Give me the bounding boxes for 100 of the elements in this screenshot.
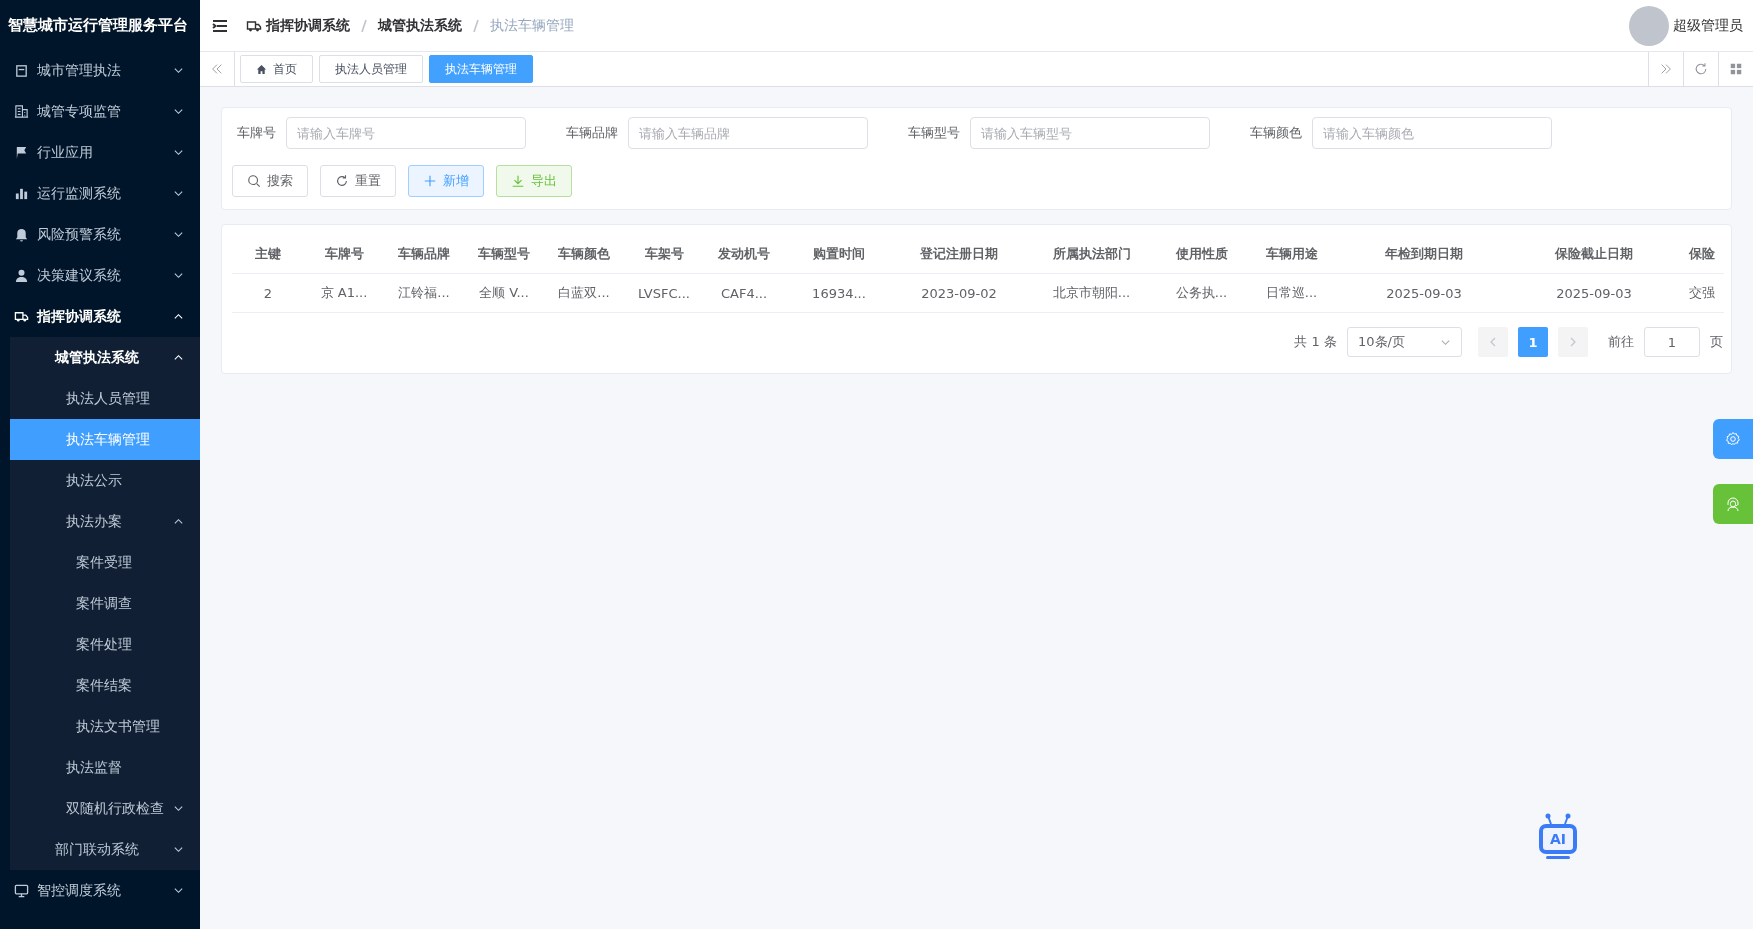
table-cell: CAF4... (704, 273, 784, 313)
input-field[interactable]: 请输入车辆型号 (970, 117, 1210, 149)
app-title: 智慧城市运行管理服务平台 (7, 14, 189, 36)
table-cell: 2023-09-02 (894, 273, 1024, 313)
support-button[interactable] (1713, 484, 1753, 524)
field-label: 车辆品牌 (565, 124, 618, 142)
column-header: 车架号 (624, 235, 704, 274)
field-label: 车辆型号 (907, 124, 960, 142)
table-cell: 全顺 V... (464, 273, 544, 313)
chevron-icon (173, 229, 184, 240)
table-cell: 京 A1... (304, 273, 384, 313)
column-header: 车辆用途 (1244, 235, 1339, 274)
sidebar-menu-item[interactable]: 智控调度系统 (0, 870, 200, 911)
input-field[interactable]: 请输入车辆颜色 (1312, 117, 1552, 149)
column-header: 保险 (1679, 235, 1724, 274)
user-name[interactable]: 超级管理员 (1673, 16, 1743, 35)
input-field[interactable]: 请输入车牌号 (286, 117, 526, 149)
table-cell: LVSFC... (624, 273, 704, 313)
headset-icon (1725, 496, 1741, 512)
chevron-left-icon (1488, 337, 1498, 347)
sidebar-menu-item[interactable]: 案件受理 (10, 542, 200, 583)
page-size-select[interactable]: 10条/页 (1347, 327, 1462, 357)
sidebar-menu-item[interactable]: 执法文书管理 (10, 706, 200, 747)
column-header: 购置时间 (784, 235, 894, 274)
total-count: 共 1 条 (1294, 333, 1337, 351)
refresh-icon[interactable] (1694, 62, 1708, 76)
sidebar-menu-item[interactable]: 双随机行政检查 (10, 788, 200, 829)
page-suffix: 页 (1710, 333, 1723, 351)
table-cell: 北京市朝阳... (1024, 273, 1159, 313)
table-cell: 2025-09-03 (1509, 273, 1679, 313)
table-cell: 江铃福... (384, 273, 464, 313)
sidebar-menu-item[interactable]: 案件处理 (10, 624, 200, 665)
home-icon (256, 63, 267, 75)
sidebar-menu-item[interactable]: 决策建议系统 (0, 255, 200, 296)
refresh-icon (335, 174, 349, 188)
chevron-icon (173, 188, 184, 199)
table-cell: 公务执... (1159, 273, 1244, 313)
column-header: 保险截止日期 (1509, 235, 1679, 274)
download-icon (511, 174, 525, 188)
chevron-icon (173, 516, 184, 527)
breadcrumb-item[interactable]: 城管执法系统 (378, 16, 462, 35)
sidebar-menu-item[interactable]: 城管执法系统 (10, 337, 200, 378)
field-label: 车牌号 (236, 124, 276, 142)
column-header: 车牌号 (304, 235, 384, 274)
chevron-icon (173, 311, 184, 322)
chevron-icon (173, 147, 184, 158)
chevron-icon (173, 352, 184, 363)
chevron-icon (173, 803, 184, 814)
double-chevron-left-icon[interactable] (210, 62, 224, 76)
sidebar-menu-item[interactable]: 行业应用 (0, 132, 200, 173)
chevron-icon (173, 65, 184, 76)
chevron-icon (173, 106, 184, 117)
page-input[interactable]: 1 (1644, 327, 1700, 357)
sidebar-menu-item[interactable]: 部门联动系统 (10, 829, 200, 870)
settings-icon (1725, 431, 1741, 447)
truck-icon (14, 309, 29, 324)
tab[interactable]: 执法人员管理 (319, 55, 423, 83)
table-cell: 白蓝双... (544, 273, 624, 313)
table-cell: 2025-09-03 (1339, 273, 1509, 313)
building-icon (14, 104, 29, 119)
sidebar-menu-item[interactable]: 执法公示 (10, 460, 200, 501)
chevron-right-icon (1568, 337, 1578, 347)
chevron-icon (173, 885, 184, 896)
goto-label: 前往 (1608, 333, 1634, 351)
menu-icon[interactable] (212, 17, 228, 34)
sidebar-menu-item[interactable]: 城管专项监管 (0, 91, 200, 132)
bar-chart-icon (14, 186, 29, 201)
double-chevron-right-icon[interactable] (1659, 62, 1673, 76)
table-cell: 16934... (784, 273, 894, 313)
table-cell: 日常巡... (1244, 273, 1339, 313)
user-icon (14, 268, 29, 283)
document-icon (14, 63, 29, 78)
column-header: 使用性质 (1159, 235, 1244, 274)
grid-icon[interactable] (1729, 62, 1743, 76)
plus-icon (423, 174, 437, 188)
sidebar-menu-item[interactable]: 城市管理执法 (0, 50, 200, 91)
sidebar-menu-item[interactable]: 运行监测系统 (0, 173, 200, 214)
sidebar-menu-item[interactable]: 指挥协调系统 (0, 296, 200, 337)
table-cell: 交强 (1679, 273, 1724, 313)
search-button[interactable]: 搜索 (232, 165, 308, 197)
breadcrumb-item[interactable]: 指挥协调系统 (266, 16, 350, 35)
settings-button[interactable] (1713, 419, 1753, 459)
sidebar-menu-item[interactable]: 执法人员管理 (10, 378, 200, 419)
monitor-icon (14, 883, 29, 898)
table-cell: 2 (232, 273, 304, 313)
input-field[interactable]: 请输入车辆品牌 (628, 117, 868, 149)
sidebar-menu-item[interactable]: 风险预警系统 (0, 214, 200, 255)
reset-button[interactable]: 重置 (320, 165, 396, 197)
tab[interactable]: 首页 (240, 55, 313, 83)
avatar[interactable] (1629, 5, 1669, 46)
chevron-icon (173, 844, 184, 855)
sidebar-menu-item[interactable]: 执法监督 (10, 747, 200, 788)
column-header: 发动机号 (704, 235, 784, 274)
field-label: 车辆颜色 (1249, 124, 1302, 142)
sidebar-menu-item[interactable]: 执法办案 (10, 501, 200, 542)
sidebar-menu-item[interactable]: 案件结案 (10, 665, 200, 706)
column-header: 年检到期日期 (1339, 235, 1509, 274)
breadcrumb-separator-icon (472, 18, 480, 33)
column-header: 所属执法部门 (1024, 235, 1159, 274)
sidebar-menu-item[interactable]: 案件调查 (10, 583, 200, 624)
